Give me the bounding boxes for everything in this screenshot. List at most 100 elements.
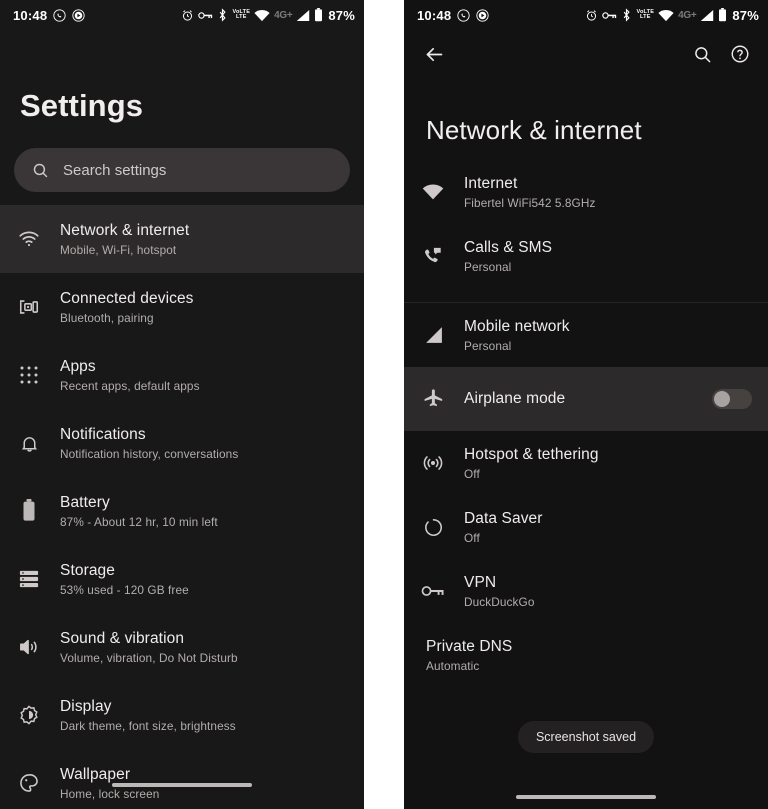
settings-screen: 10:48 VoLTE LTE 4G+ 87% Settings Search … (0, 0, 364, 809)
list-item-title: Airplane mode (464, 390, 566, 407)
list-item-calls-sms[interactable]: Calls & SMS Personal (404, 224, 768, 288)
wifi-icon (418, 183, 448, 201)
mobile-data-icon: 4G+ (274, 9, 293, 21)
list-item-subtitle: Personal (464, 338, 512, 353)
list-item-title: Private DNS (426, 637, 513, 655)
settings-item-title: Wallpaper (60, 765, 131, 783)
list-item-title: Calls & SMS (464, 238, 553, 256)
search-icon (32, 162, 49, 179)
calls-sms-icon (418, 245, 448, 267)
sound-icon (14, 637, 44, 657)
list-item-mobile-network[interactable]: Mobile network Personal (404, 303, 768, 367)
list-item-internet[interactable]: Internet Fibertel WiFi542 5.8GHz (404, 160, 768, 224)
search-icon[interactable] (693, 45, 712, 64)
settings-item-title: Notifications (60, 425, 146, 443)
settings-item-subtitle: Dark theme, font size, brightness (60, 718, 236, 733)
status-bar-right-group: VoLTE LTE 4G+ 87% (181, 8, 355, 23)
sidebar-item-sound-vibration[interactable]: Sound & vibration Volume, vibration, Do … (0, 613, 364, 681)
back-arrow-icon[interactable] (424, 44, 445, 65)
page-title: Network & internet (426, 115, 642, 145)
airplane-icon (418, 388, 448, 410)
sidebar-item-display[interactable]: Display Dark theme, font size, brightnes… (0, 681, 364, 749)
volte-icon: VoLTE LTE (636, 9, 654, 21)
whatsapp-icon (457, 8, 470, 22)
settings-item-text: Storage 53% used - 120 GB free (60, 562, 189, 597)
volte-bottom-label: LTE (639, 14, 651, 20)
list-item-subtitle: Off (464, 466, 480, 481)
battery-percent-label: 87% (732, 7, 759, 23)
settings-item-text: Battery 87% - About 12 hr, 10 min left (60, 494, 218, 529)
network-internet-screen: 10:48 VoLTE LTE 4G+ 87% Network & intern… (404, 0, 768, 809)
settings-item-text: Network & internet Mobile, Wi-Fi, hotspo… (60, 222, 189, 257)
settings-item-subtitle: 87% - About 12 hr, 10 min left (60, 514, 218, 529)
list-item-title: Internet (464, 174, 518, 192)
list-item-vpn[interactable]: VPN DuckDuckGo (404, 559, 768, 623)
list-item-title: Hotspot & tethering (464, 445, 599, 463)
settings-item-subtitle: 53% used - 120 GB free (60, 582, 189, 597)
status-bar-left-group: 10:48 (417, 8, 489, 23)
list-item-hotspot-tethering[interactable]: Hotspot & tethering Off (404, 431, 768, 495)
app-circle-icon (72, 8, 85, 22)
list-item-text: Data Saver Off (464, 510, 543, 545)
display-brightness-icon (14, 704, 44, 726)
page-title: Settings (20, 88, 144, 123)
sidebar-item-notifications[interactable]: Notifications Notification history, conv… (0, 409, 364, 477)
settings-item-subtitle: Mobile, Wi-Fi, hotspot (60, 242, 177, 257)
settings-item-text: Notifications Notification history, conv… (60, 426, 238, 461)
settings-item-title: Battery (60, 493, 110, 511)
settings-item-subtitle: Home, lock screen (60, 786, 160, 801)
airplane-mode-toggle[interactable] (712, 389, 752, 409)
list-item-subtitle: Personal (464, 259, 512, 274)
status-bar-clock: 10:48 (13, 7, 48, 23)
settings-item-title: Network & internet (60, 221, 190, 239)
sidebar-item-wallpaper[interactable]: Wallpaper Home, lock screen (0, 749, 364, 809)
list-item-data-saver[interactable]: Data Saver Off (404, 495, 768, 559)
battery-icon (14, 499, 44, 523)
alarm-icon (585, 9, 598, 22)
wallpaper-palette-icon (14, 772, 44, 794)
navigation-handle[interactable] (516, 795, 656, 799)
search-input[interactable]: Search settings (63, 162, 166, 179)
list-item-airplane-mode[interactable]: Airplane mode (404, 367, 768, 431)
settings-item-text: Display Dark theme, font size, brightnes… (60, 698, 236, 733)
navigation-handle[interactable] (112, 783, 252, 787)
settings-item-title: Connected devices (60, 289, 194, 307)
settings-list: Network & internet Mobile, Wi-Fi, hotspo… (0, 205, 364, 809)
sidebar-item-storage[interactable]: Storage 53% used - 120 GB free (0, 545, 364, 613)
battery-icon (314, 8, 323, 22)
settings-item-subtitle: Bluetooth, pairing (60, 310, 154, 325)
app-bar (404, 30, 768, 78)
data-saver-icon (418, 517, 448, 538)
settings-item-title: Storage (60, 561, 115, 579)
vpn-key-icon (418, 583, 448, 599)
status-bar-right: 10:48 VoLTE LTE 4G+ 87% (404, 0, 768, 30)
signal-icon (700, 9, 714, 22)
bluetooth-icon (217, 8, 228, 22)
settings-item-title: Display (60, 697, 112, 715)
sidebar-item-apps[interactable]: Apps Recent apps, default apps (0, 341, 364, 409)
whatsapp-icon (53, 8, 66, 22)
list-item-text: VPN DuckDuckGo (464, 574, 535, 609)
sidebar-item-connected-devices[interactable]: Connected devices Bluetooth, pairing (0, 273, 364, 341)
volte-bottom-label: LTE (235, 14, 247, 20)
settings-item-title: Sound & vibration (60, 629, 185, 647)
hotspot-icon (418, 452, 448, 474)
apps-grid-icon (14, 365, 44, 385)
signal-icon (296, 9, 310, 22)
list-item-subtitle: Automatic (426, 658, 480, 673)
list-item-subtitle: Fibertel WiFi542 5.8GHz (464, 195, 596, 210)
help-circle-icon[interactable] (730, 44, 750, 64)
status-bar-left-group: 10:48 (13, 8, 85, 23)
wifi-icon (658, 9, 674, 22)
sidebar-item-battery[interactable]: Battery 87% - About 12 hr, 10 min left (0, 477, 364, 545)
list-item-text: Calls & SMS Personal (464, 239, 552, 274)
settings-item-subtitle: Recent apps, default apps (60, 378, 200, 393)
battery-percent-label: 87% (328, 7, 355, 23)
sidebar-item-network-internet[interactable]: Network & internet Mobile, Wi-Fi, hotspo… (0, 205, 364, 273)
network-group-2: Mobile network Personal Airplane mode Ho… (404, 302, 768, 687)
list-item-subtitle: DuckDuckGo (464, 594, 535, 609)
app-circle-icon (476, 8, 489, 22)
list-item-private-dns[interactable]: Private DNS Automatic (404, 623, 768, 687)
search-settings-bar[interactable]: Search settings (14, 148, 350, 192)
vpn-key-icon (198, 9, 213, 22)
